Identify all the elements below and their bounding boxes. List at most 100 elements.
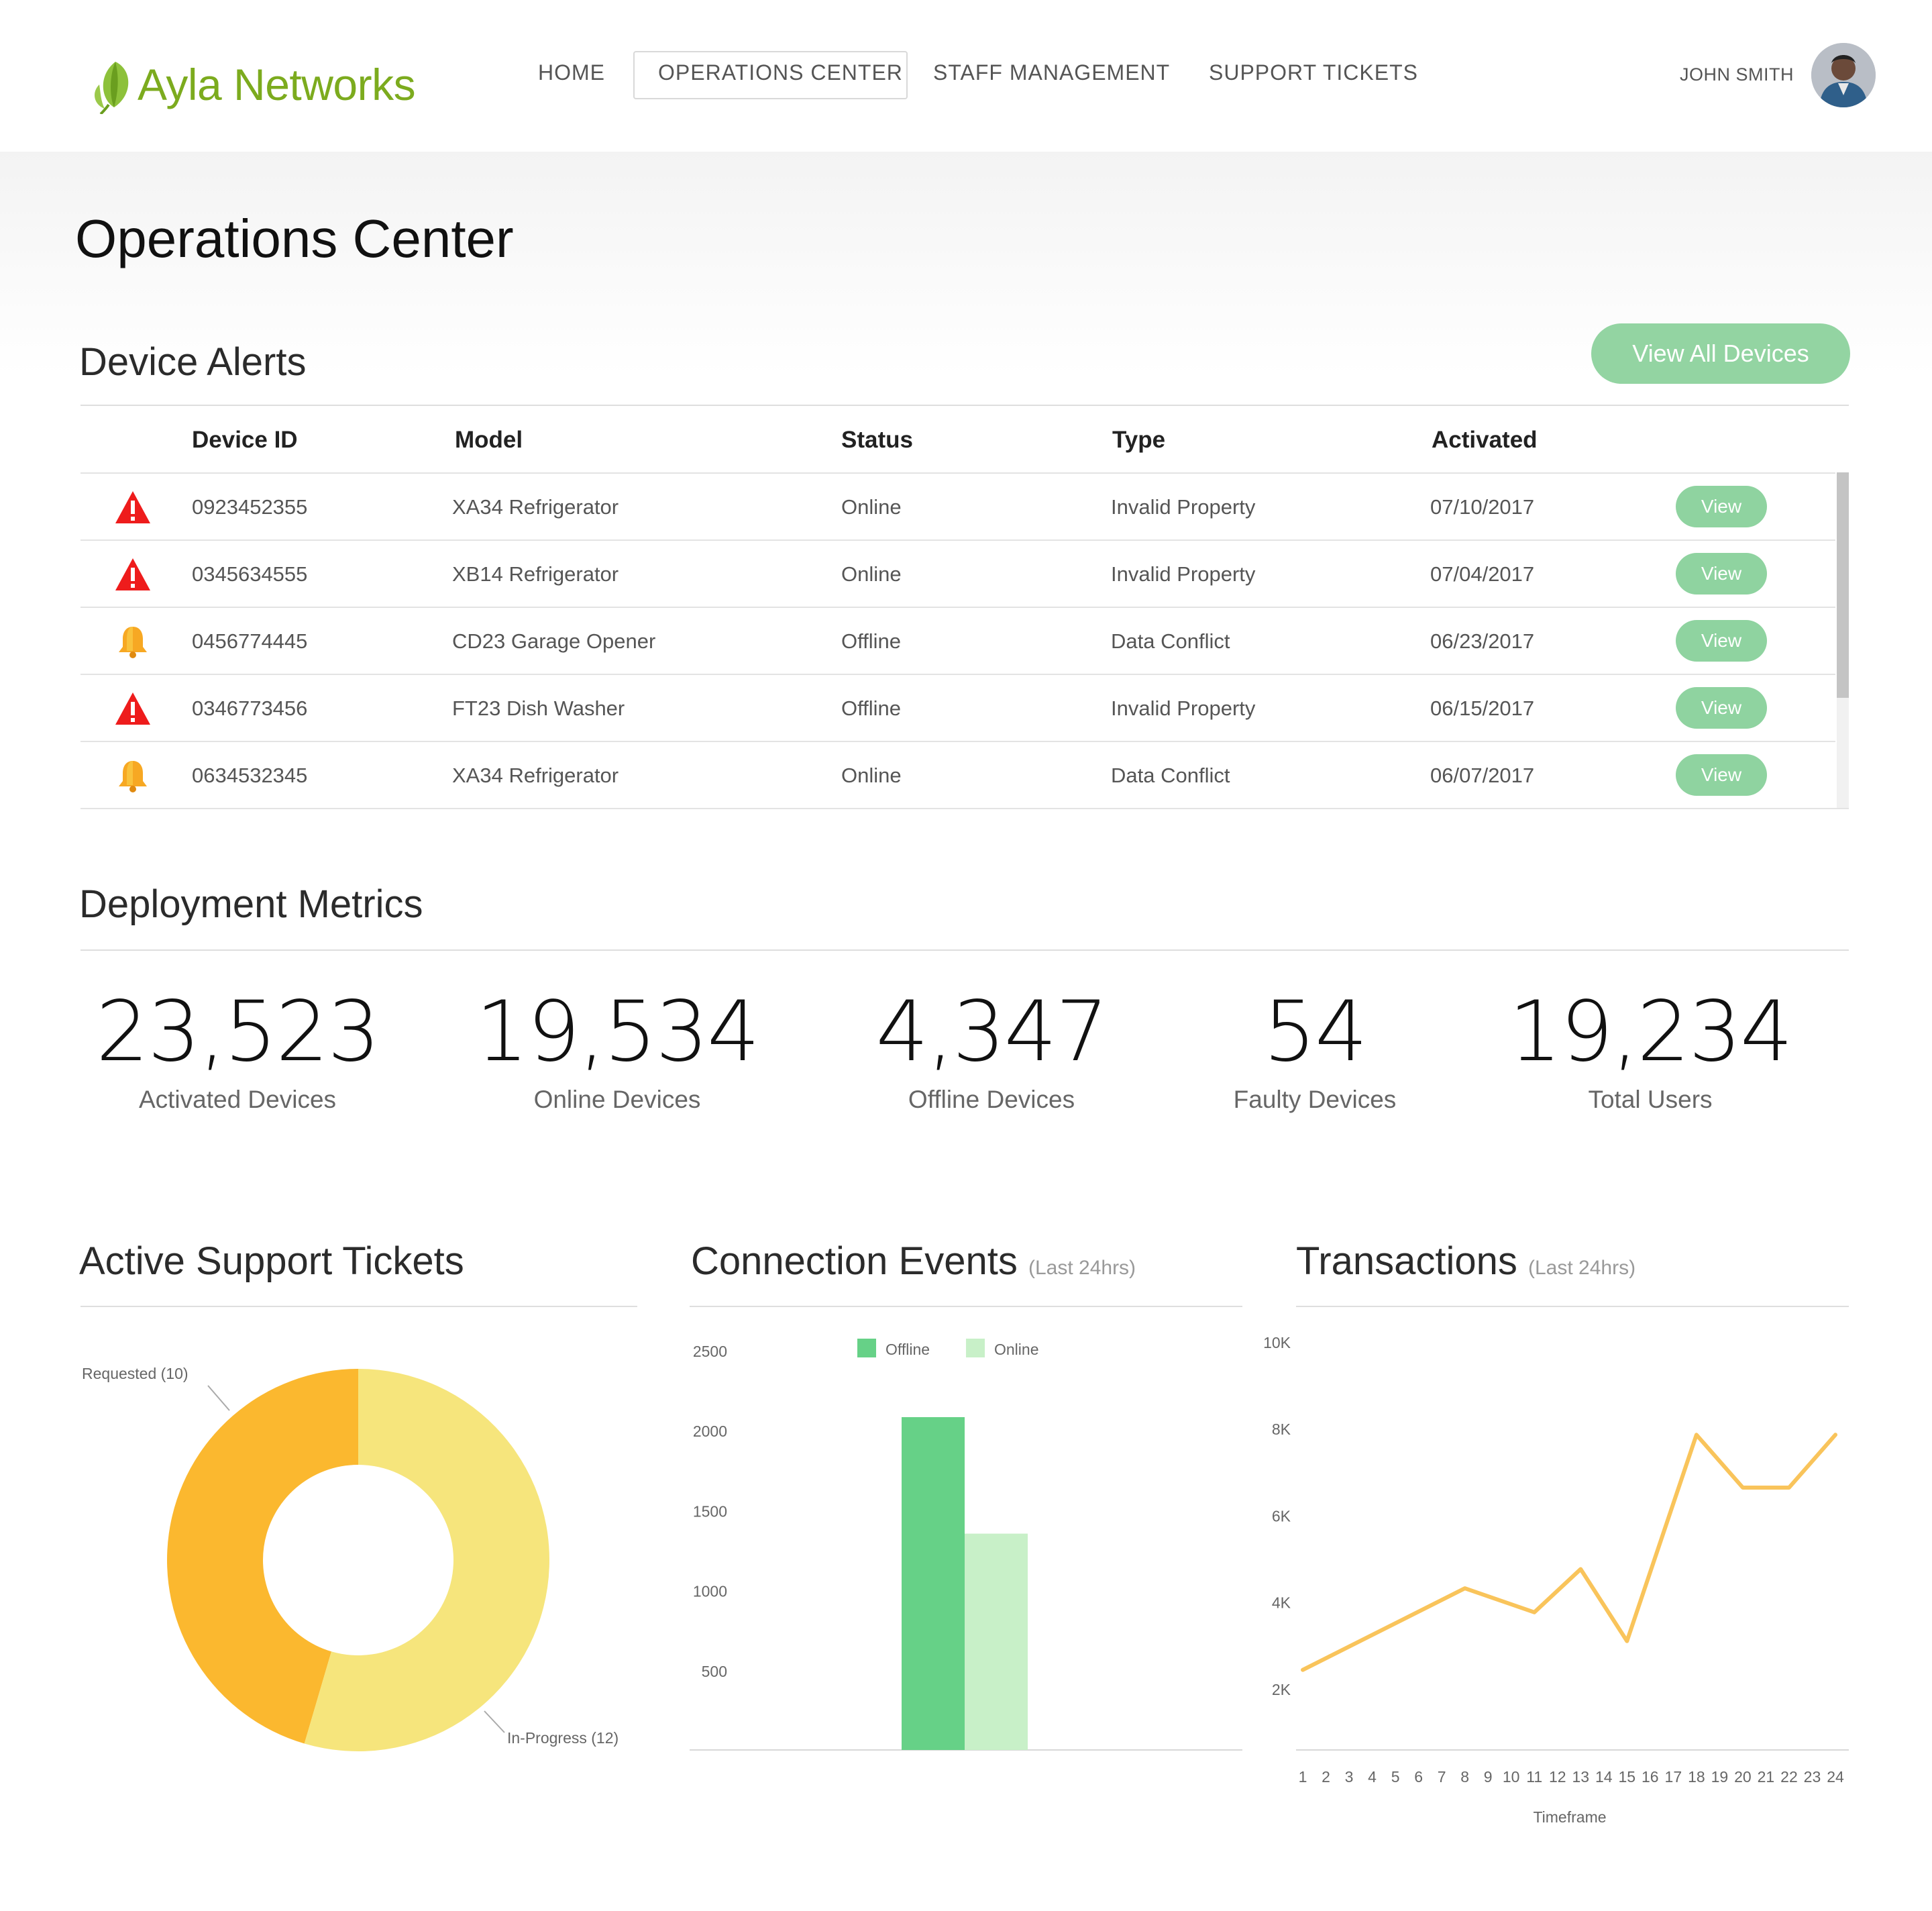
device-model: CD23 Garage Opener — [452, 629, 656, 653]
x-tick-label: 12 — [1549, 1768, 1566, 1786]
metric-value-faulty-devices: 54 — [1263, 984, 1368, 1080]
x-tick-label: 21 — [1758, 1768, 1775, 1786]
y-tick-label: 10K — [1263, 1334, 1291, 1351]
donut-label-in-progress: In-Progress (12) — [507, 1729, 619, 1747]
alert-type: Invalid Property — [1111, 696, 1256, 720]
device-id: 0923452355 — [192, 495, 308, 519]
column-header-model[interactable]: Model — [455, 427, 523, 454]
view-button[interactable]: View — [1676, 553, 1767, 595]
view-button[interactable]: View — [1676, 486, 1767, 527]
device-alerts-title: Device Alerts — [79, 340, 307, 384]
y-tick-label: 2500 — [693, 1343, 727, 1360]
alert-type: Invalid Property — [1111, 495, 1256, 519]
nav-operations-center[interactable]: OPERATIONS CENTER — [658, 60, 903, 85]
warning-icon — [115, 491, 150, 523]
connection-events-title: Connection Events (Last 24hrs) — [691, 1239, 1136, 1284]
table-scrollbar-thumb[interactable] — [1837, 472, 1849, 698]
y-tick-label: 500 — [702, 1663, 727, 1680]
x-tick-label: 6 — [1414, 1768, 1423, 1786]
table-bottom-border — [80, 808, 1849, 809]
legend-label-online: Online — [994, 1341, 1038, 1358]
x-tick-label: 3 — [1345, 1768, 1354, 1786]
section-divider — [80, 1306, 637, 1307]
activated-date: 06/23/2017 — [1430, 629, 1535, 653]
metric-label-activated-devices: Activated Devices — [138, 1086, 337, 1113]
bell-icon — [119, 761, 147, 792]
ayla-leaf-logo-icon — [95, 62, 129, 114]
x-tick-label: 7 — [1438, 1768, 1446, 1786]
transactions-title-text: Transactions — [1296, 1239, 1517, 1283]
table-row[interactable]: 0345634555 XB14 Refrigerator Online Inva… — [80, 539, 1835, 607]
column-header-activated[interactable]: Activated — [1432, 427, 1538, 454]
metric-value-offline-devices: 4,347 — [875, 984, 1109, 1080]
support-tickets-donut-chart: Requested (10) In-Progress (12) — [82, 1365, 619, 1751]
x-tick-label: 2 — [1322, 1768, 1330, 1786]
x-tick-label: 14 — [1595, 1768, 1613, 1786]
device-id: 0634532345 — [192, 764, 308, 787]
device-status: Offline — [841, 629, 902, 653]
legend-swatch-offline — [857, 1339, 876, 1357]
device-model: XA34 Refrigerator — [452, 764, 619, 787]
section-divider — [1296, 1306, 1849, 1307]
view-button[interactable]: View — [1676, 620, 1767, 662]
view-all-devices-button[interactable]: View All Devices — [1591, 323, 1850, 384]
donut-leader-line — [207, 1385, 230, 1411]
metric-label-offline-devices: Offline Devices — [908, 1086, 1075, 1113]
y-tick-label: 6K — [1272, 1507, 1291, 1525]
y-tick-label: 4K — [1272, 1594, 1291, 1612]
user-name[interactable]: JOHN SMITH — [1680, 64, 1794, 85]
x-tick-label: 8 — [1460, 1768, 1469, 1786]
device-status: Online — [841, 562, 902, 586]
transactions-line-chart: 2K4K6K8K10K1 2 3 4 5 6 7 8 9 10 11 12 13 14 15 16 17 18 19… — [1263, 1334, 1849, 1826]
view-button[interactable]: View — [1676, 687, 1767, 729]
y-tick-label: 1500 — [693, 1502, 727, 1520]
connection-events-subtitle: (Last 24hrs) — [1028, 1257, 1136, 1279]
section-divider — [80, 405, 1849, 406]
x-tick-label: 22 — [1780, 1768, 1798, 1786]
section-divider — [690, 1306, 1242, 1307]
warning-icon — [115, 558, 150, 590]
x-tick-label: 23 — [1804, 1768, 1821, 1786]
device-status: Offline — [841, 696, 902, 720]
alert-type: Invalid Property — [1111, 562, 1256, 586]
column-header-device-id[interactable]: Device ID — [192, 427, 298, 454]
table-row[interactable]: 0456774445 CD23 Garage Opener Offline Da… — [80, 607, 1835, 674]
activated-date: 07/10/2017 — [1430, 495, 1535, 519]
active-support-tickets-title: Active Support Tickets — [79, 1239, 464, 1283]
nav-staff-management[interactable]: STAFF MANAGEMENT — [933, 60, 1170, 85]
nav-home[interactable]: HOME — [538, 60, 605, 85]
x-tick-label: 10 — [1503, 1768, 1520, 1786]
x-tick-label: 11 — [1526, 1768, 1542, 1786]
donut-label-requested: Requested (10) — [82, 1365, 189, 1382]
connection-events-title-text: Connection Events — [691, 1239, 1018, 1283]
y-tick-label: 1000 — [693, 1583, 727, 1600]
donut-leader-line — [484, 1710, 505, 1733]
bell-icon — [119, 627, 147, 658]
view-button[interactable]: View — [1676, 754, 1767, 796]
top-navigation-bar: Ayla Networks HOME OPERATIONS CENTER STA… — [0, 0, 1932, 152]
activated-date: 06/15/2017 — [1430, 696, 1535, 720]
x-tick-label: 15 — [1619, 1768, 1636, 1786]
brand-name[interactable]: Ayla Networks — [138, 59, 416, 110]
device-model: FT23 Dish Washer — [452, 696, 625, 720]
x-tick-label: 18 — [1688, 1768, 1705, 1786]
table-row[interactable]: 0923452355 XA34 Refrigerator Online Inva… — [80, 472, 1835, 539]
metric-label-total-users: Total Users — [1588, 1086, 1713, 1113]
table-row[interactable]: 0346773456 FT23 Dish Washer Offline Inva… — [80, 674, 1835, 741]
device-id: 0346773456 — [192, 696, 308, 720]
section-divider — [80, 949, 1849, 951]
table-row[interactable]: 0634532345 XA34 Refrigerator Online Data… — [80, 741, 1835, 808]
column-header-type[interactable]: Type — [1112, 427, 1165, 454]
avatar[interactable] — [1811, 43, 1876, 107]
activated-date: 07/04/2017 — [1430, 562, 1535, 586]
x-tick-label: 4 — [1368, 1768, 1377, 1786]
device-model: XB14 Refrigerator — [452, 562, 619, 586]
device-status: Online — [841, 495, 902, 519]
legend-label-offline: Offline — [885, 1341, 930, 1358]
alert-type: Data Conflict — [1111, 764, 1230, 787]
nav-support-tickets[interactable]: SUPPORT TICKETS — [1209, 60, 1418, 85]
device-status: Online — [841, 764, 902, 787]
x-axis-title: Timeframe — [1533, 1808, 1606, 1826]
column-header-status[interactable]: Status — [841, 427, 913, 454]
warning-icon — [115, 692, 150, 725]
